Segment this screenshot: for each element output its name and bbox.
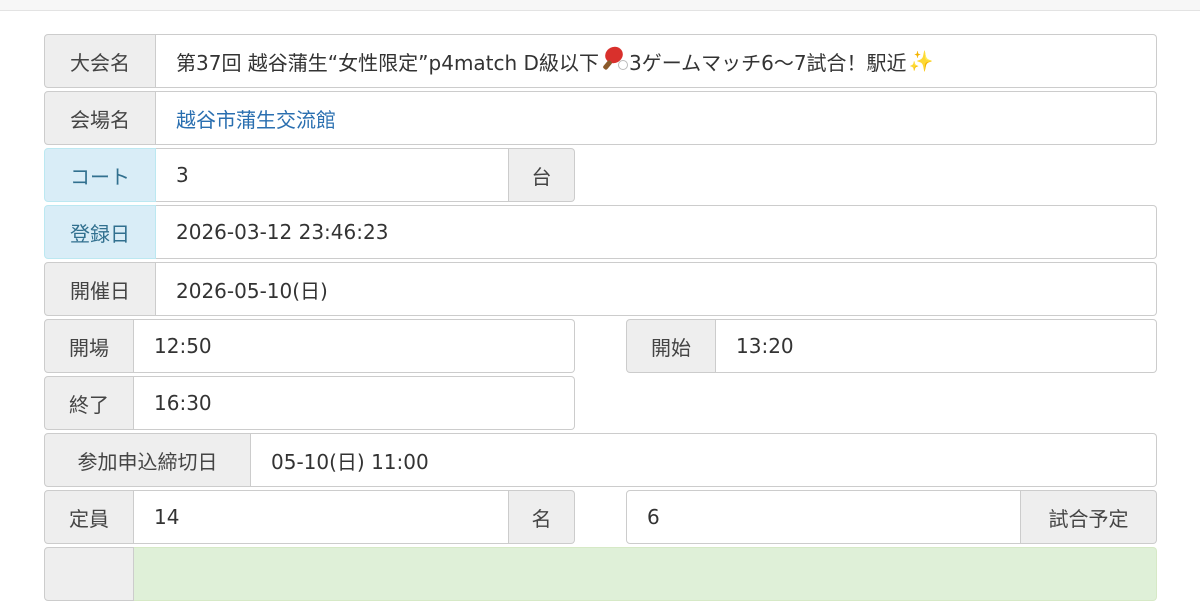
court-row: コート 3 台 [44,148,575,202]
open-row: 開場 12:50 [44,319,575,373]
venue-row: 会場名 越谷市蒲生交流館 [44,91,1157,145]
start-value: 13:20 [716,319,1157,373]
next-row-value [134,547,1157,601]
event-name-label: 大会名 [44,34,156,88]
venue-link[interactable]: 越谷市蒲生交流館 [176,104,336,133]
event-name-text-2: 3ゲームマッチ6〜7試合！駅近 [628,50,907,75]
capacity-unit: 名 [509,490,575,544]
top-bar [0,0,1200,11]
deadline-value: 05-10(日) 11:00 [251,433,1157,487]
sparkles-icon: ✨ [908,49,934,73]
end-row: 終了 16:30 [44,376,575,430]
end-label: 終了 [44,376,134,430]
event-name-value: 第37回 越谷蒲生“女性限定”p4match D級以下 3ゲームマッチ6〜7試合… [156,34,1157,88]
registered-label: 登録日 [44,205,156,259]
deadline-row: 参加申込締切日 05-10(日) 11:00 [44,433,1157,487]
date-label: 開催日 [44,262,156,316]
court-unit: 台 [509,148,575,202]
end-value: 16:30 [134,376,575,430]
open-label: 開場 [44,319,134,373]
registered-row: 登録日 2026-03-12 23:46:23 [44,205,1157,259]
capacity-label: 定員 [44,490,134,544]
date-value: 2026-05-10(日) [156,262,1157,316]
next-row-partial [44,547,1157,601]
venue-value: 越谷市蒲生交流館 [156,91,1157,145]
ping-pong-paddle-icon [601,43,628,71]
next-row-label [44,547,134,601]
registered-value: 2026-03-12 23:46:23 [156,205,1157,259]
court-value: 3 [156,148,509,202]
games-row: 6 試合予定 [626,490,1157,544]
games-label: 試合予定 [1021,490,1157,544]
capacity-row: 定員 14 名 [44,490,575,544]
open-value: 12:50 [134,319,575,373]
start-label: 開始 [626,319,716,373]
event-name-row: 大会名 第37回 越谷蒲生“女性限定”p4match D級以下 3ゲームマッチ6… [44,34,1157,88]
date-row: 開催日 2026-05-10(日) [44,262,1157,316]
games-value: 6 [626,490,1021,544]
court-label: コート [44,148,156,202]
start-row: 開始 13:20 [626,319,1157,373]
venue-label: 会場名 [44,91,156,145]
event-name-text-1: 第37回 越谷蒲生“女性限定”p4match D級以下 [176,50,599,75]
capacity-value: 14 [134,490,509,544]
deadline-label: 参加申込締切日 [44,433,251,487]
